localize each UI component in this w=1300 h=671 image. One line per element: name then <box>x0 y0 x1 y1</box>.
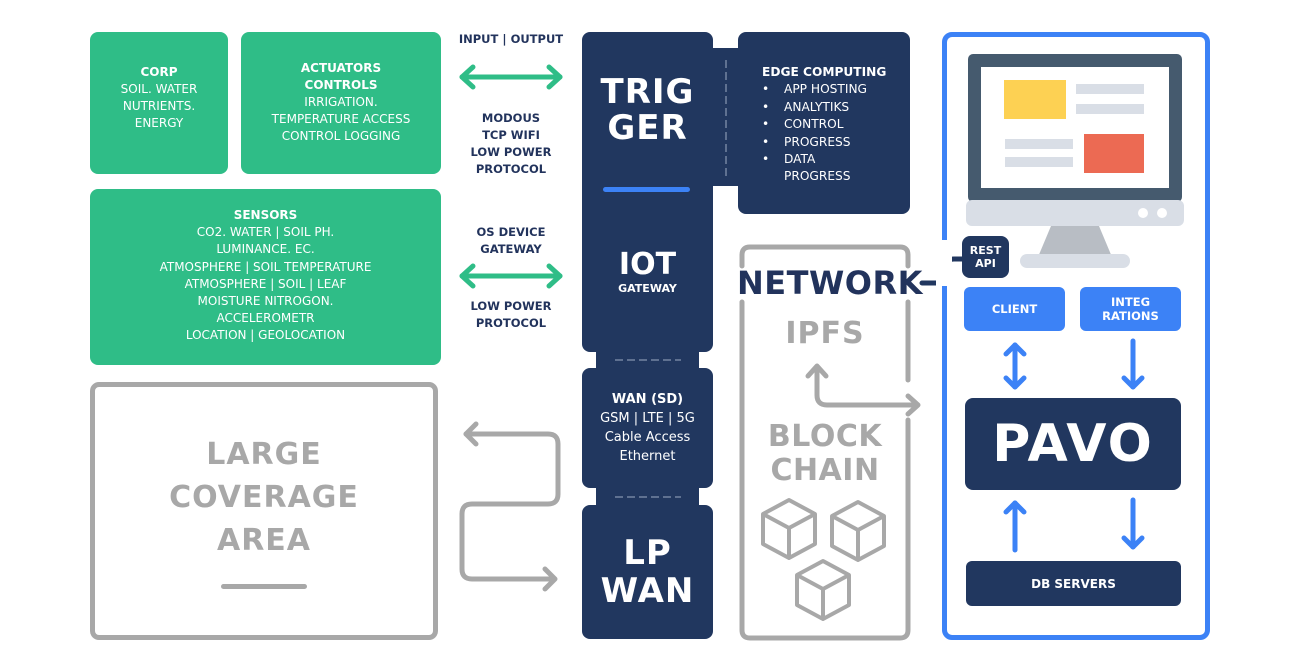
edge-computing-box: EDGE COMPUTING • APP HOSTING • ANALYTIKS •… <box>738 32 910 214</box>
edge-item: • DATA PROGRESS <box>762 151 910 186</box>
bullet-icon: • <box>762 152 770 167</box>
actuators-box: ACTUATORS CONTROLS IRRIGATION. TEMPERATU… <box>241 32 441 174</box>
sensors-line: CO2. WATER | SOIL PH. <box>196 225 335 240</box>
wan-line: Cable Access <box>604 430 691 445</box>
edge-item-label: PROGRESS <box>784 134 851 149</box>
sensors-line: LUMINANCE. EC. <box>216 242 315 257</box>
edge-item-label: DATA PROGRESS <box>784 152 851 184</box>
corp-box: CORP SOIL. WATER NUTRIENTS. ENERGY <box>90 32 228 174</box>
corp-line: SOIL. WATER <box>120 82 198 96</box>
double-arrow-top-icon <box>459 64 563 90</box>
sensors-line: ATMOSPHERE | SOIL | LEAF <box>184 276 347 291</box>
joint-dashes <box>615 496 681 498</box>
sensors-line: MOISTURE NITROGON. <box>197 294 334 309</box>
gateway-line: OS DEVICE <box>476 225 546 239</box>
integrations-line: RATIONS <box>1102 309 1159 323</box>
protocol-line: PROTOCOL <box>475 162 547 176</box>
db-servers-box: DB SERVERS <box>966 561 1181 606</box>
wan-line: GSM | LTE | 5G <box>600 411 695 426</box>
edge-item-label: ANALYTIKS <box>784 99 850 114</box>
trigger-line: GER <box>607 108 688 148</box>
coverage-line: COVERAGE <box>169 480 359 515</box>
protocol-line: PROTOCOL <box>475 316 547 330</box>
edge-item: • ANALYTIKS <box>762 99 910 116</box>
coverage-underline <box>221 584 307 589</box>
protocol-line: MODOUS <box>481 111 541 125</box>
lpwan-line: WAN <box>600 571 695 611</box>
coverage-line: LARGE <box>206 437 322 472</box>
gateway-line: GATEWAY <box>480 242 542 256</box>
integrations-box: INTEG RATIONS <box>1080 287 1181 331</box>
wan-title: WAN (SD) <box>611 392 684 407</box>
lpwan-box: LP WAN <box>582 505 713 639</box>
actuators-title: ACTUATORS <box>300 61 382 75</box>
trigger-line: TRIG <box>600 72 695 112</box>
lpwan-line: LP <box>623 533 672 573</box>
top-protocol-label: MODOUS TCP WIFI LOW POWER PROTOCOL <box>448 110 574 178</box>
actuators-line: CONTROL LOGGING <box>281 129 401 143</box>
bullet-icon: • <box>762 82 770 97</box>
wan-sd-box: WAN (SD) GSM | LTE | 5G Cable Access Eth… <box>582 368 713 488</box>
panel-border-gap <box>936 240 952 286</box>
blockchain-label: BLOCK CHAIN <box>740 420 910 488</box>
ipfs-label: IPFS <box>785 316 865 351</box>
os-device-gateway-label: OS DEVICE GATEWAY <box>448 224 574 258</box>
iot-subtitle: GATEWAY <box>618 282 677 295</box>
edge-divider-dashes <box>725 60 727 180</box>
corp-line: ENERGY <box>134 116 184 130</box>
actuators-line: IRRIGATION. <box>304 95 378 109</box>
bullet-icon: • <box>762 117 770 132</box>
network-title: NETWORK <box>737 264 923 302</box>
actuators-title: CONTROLS <box>304 78 378 92</box>
sensors-line: ATMOSPHERE | SOIL TEMPERATURE <box>159 259 372 274</box>
iot-gateway-label: IOT GATEWAY <box>582 248 713 296</box>
protocol-line: LOW POWER <box>470 299 552 313</box>
protocol-line: TCP WIFI <box>482 128 540 142</box>
blockchain-line: CHAIN <box>770 453 880 488</box>
rest-api-line: REST <box>969 244 1002 257</box>
edge-item: • PROGRESS <box>762 134 910 151</box>
rest-api-badge: REST API <box>962 236 1009 278</box>
sensors-line: ACCELEROMETR <box>216 311 315 326</box>
integrations-line: INTEG <box>1110 295 1151 309</box>
edge-item-label: CONTROL <box>784 117 844 132</box>
coverage-line: AREA <box>216 523 312 558</box>
edge-item-label: APP HOSTING <box>784 82 868 97</box>
edge-title: EDGE COMPUTING <box>762 65 887 79</box>
bullet-icon: • <box>762 99 770 114</box>
joint-dashes <box>615 359 681 361</box>
edge-item: • APP HOSTING <box>762 81 910 98</box>
bullet-icon: • <box>762 134 770 149</box>
input-output-label: INPUT | OUTPUT <box>458 32 564 46</box>
corp-line: NUTRIENTS. <box>122 99 196 113</box>
large-coverage-area-box: LARGE COVERAGE AREA <box>90 382 438 640</box>
sensors-line: LOCATION | GEOLOCATION <box>185 328 346 343</box>
blockchain-line: BLOCK <box>767 419 883 454</box>
mid-protocol-label: LOW POWER PROTOCOL <box>448 298 574 332</box>
sensors-box: SENSORS CO2. WATER | SOIL PH. LUMINANCE.… <box>90 189 441 365</box>
double-arrow-mid-icon <box>459 263 563 289</box>
loop-arrow-icon <box>459 421 561 592</box>
edge-item: • CONTROL <box>762 116 910 133</box>
wan-line: Ethernet <box>619 449 676 464</box>
iot-title: IOT <box>618 247 677 282</box>
ipfs-arrow-icon <box>805 363 921 417</box>
protocol-line: LOW POWER <box>470 145 552 159</box>
corp-title: CORP <box>140 65 178 79</box>
sensors-title: SENSORS <box>233 208 298 222</box>
client-box: CLIENT <box>964 287 1065 331</box>
pavo-box: PAVO <box>965 398 1181 490</box>
rest-api-line: API <box>975 257 996 270</box>
trigger-accent-bar <box>603 187 690 192</box>
trigger-title: TRIG GER <box>582 74 713 146</box>
blockchain-cubes-icon <box>761 498 886 621</box>
actuators-line: TEMPERATURE ACCESS <box>271 112 411 126</box>
